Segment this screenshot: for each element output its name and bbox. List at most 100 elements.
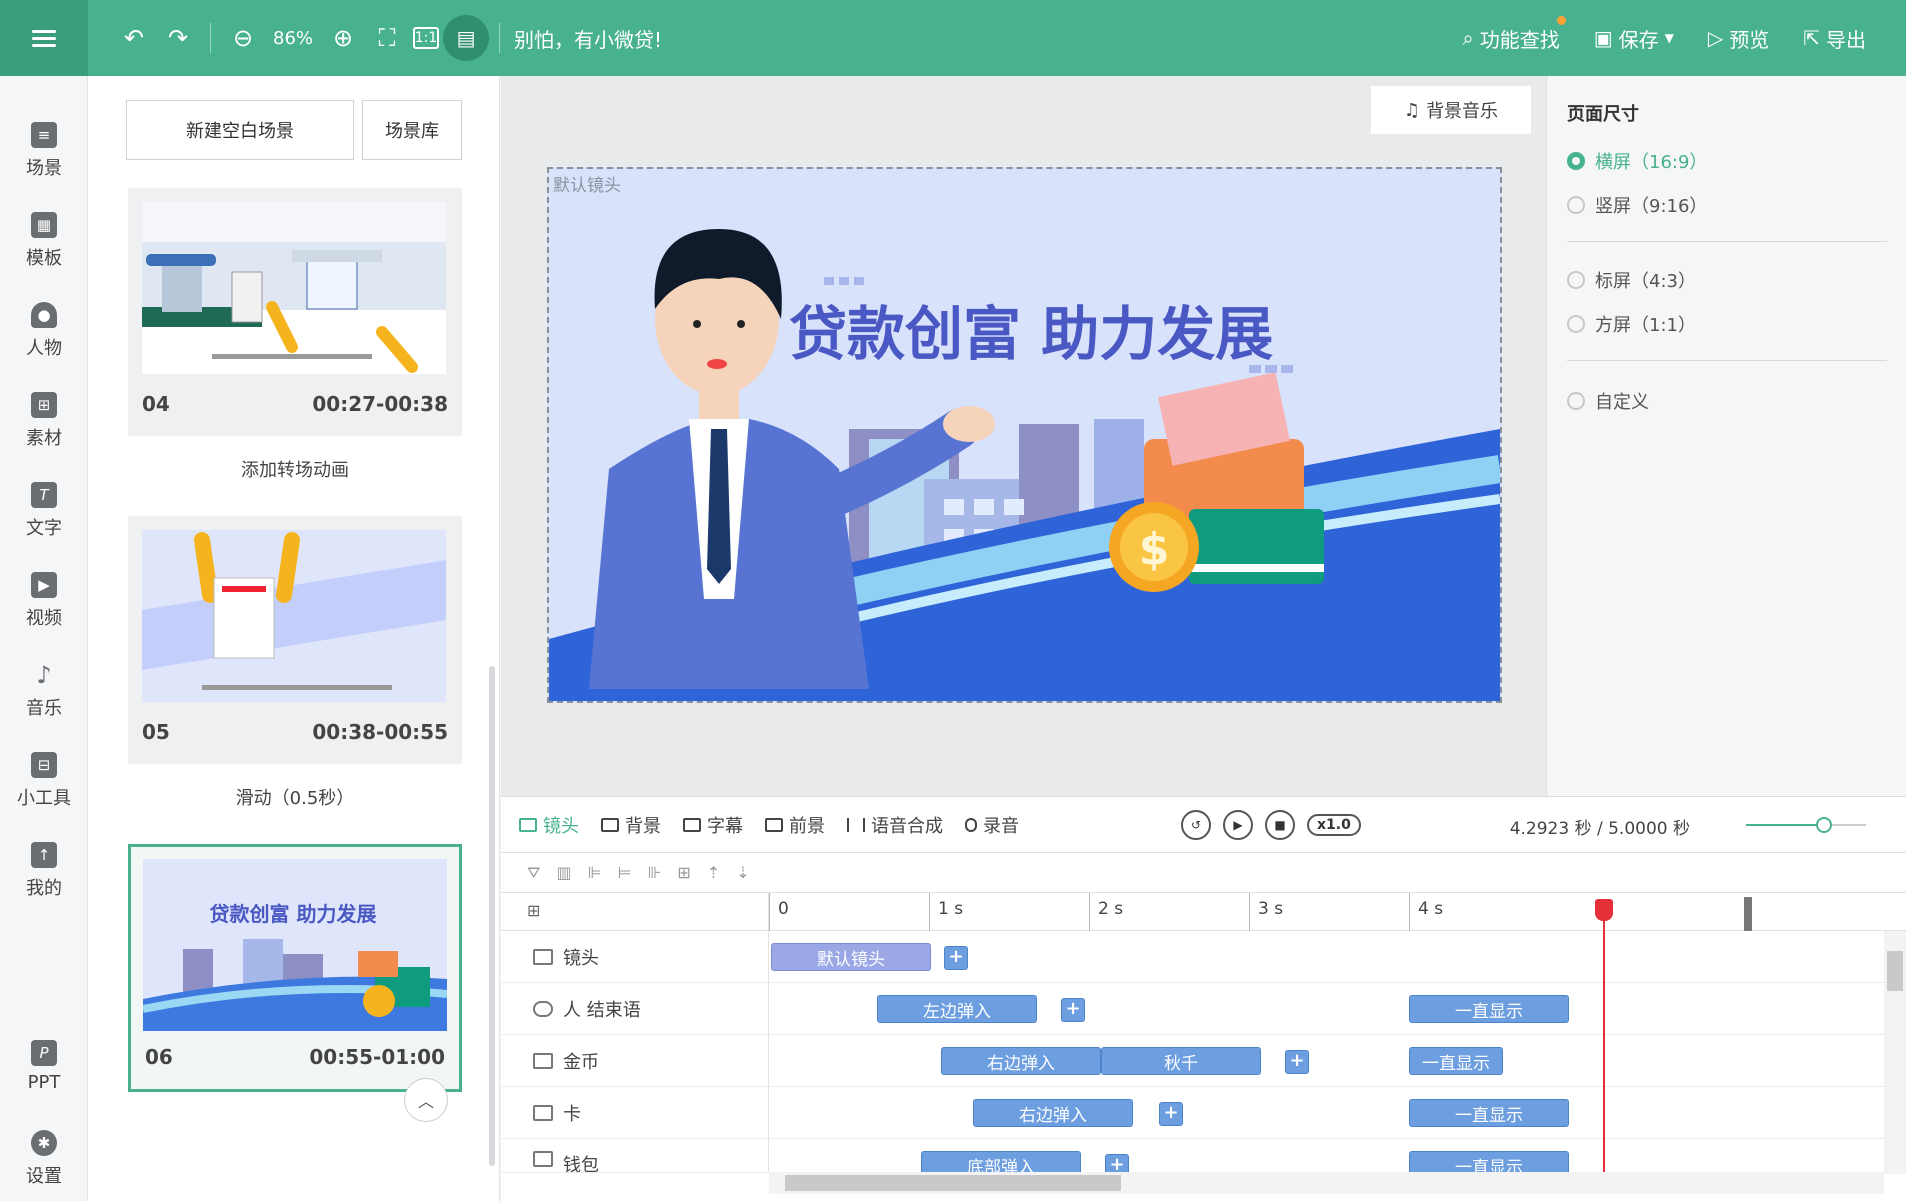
fullscreen-icon[interactable]: ⛶ [369, 20, 405, 56]
scrollbar-thumb[interactable] [1887, 951, 1903, 991]
layers-icon[interactable]: ▥ [556, 863, 571, 882]
scene-scrollbar[interactable] [489, 666, 495, 1166]
scene-library-button[interactable]: 场景库 [362, 100, 462, 160]
timeline-clip[interactable]: 右边弹入 [973, 1099, 1133, 1127]
timeline-clip[interactable]: 左边弹入 [877, 995, 1037, 1023]
background-music-button[interactable]: ♫ 背景音乐 [1371, 86, 1531, 134]
tab-label: 录音 [983, 815, 1019, 837]
redo-icon[interactable]: ↷ [160, 20, 196, 56]
align-center-icon[interactable]: ⊨ [618, 863, 632, 882]
add-clip-button[interactable]: + [1105, 1154, 1129, 1172]
radio-portrait[interactable]: 竖屏（9:16） [1567, 192, 1707, 218]
add-clip-button[interactable]: + [1159, 1102, 1183, 1126]
export-button[interactable]: ⇱ 导出 [1803, 24, 1866, 53]
stage-scene-art: $ 贷款创富 助力发展 [549, 169, 1500, 701]
nav-person[interactable]: ● 人物 [0, 302, 88, 360]
track-label[interactable]: 卡 [501, 1087, 769, 1139]
timeline-clip[interactable]: 右边弹入 [941, 1047, 1101, 1075]
nav-material[interactable]: ⊞ 素材 [0, 392, 88, 450]
nav-text[interactable]: T 文字 [0, 482, 88, 540]
timeline-clip[interactable]: 秋千 [1101, 1047, 1261, 1075]
canvas-area: ♫ 背景音乐 默认镜头 $ 贷款创富 助力发展 [501, 76, 1546, 796]
scene-card-selected[interactable]: 贷款创富 助力发展 06 00:55-01:00 [128, 844, 462, 1092]
save-icon: ▣ [1593, 26, 1613, 50]
nav-settings[interactable]: ✱ 设置 [0, 1130, 88, 1188]
filter-icon[interactable]: ⛛ [527, 863, 540, 883]
track-label[interactable]: 镜头 [501, 931, 769, 983]
tab-tts[interactable]: 语音合成 [847, 812, 943, 838]
timeline-clip[interactable]: 默认镜头 [771, 943, 931, 971]
transition-label[interactable]: 滑动（0.5秒） [128, 784, 462, 810]
distribute-icon[interactable]: ⊞ [677, 863, 690, 882]
nav-toolbox[interactable]: ⊟ 小工具 [0, 752, 88, 810]
tab-foreground[interactable]: 前景 [765, 812, 825, 838]
nav-ppt[interactable]: P PPT [0, 1040, 88, 1093]
slider-knob[interactable] [1816, 817, 1832, 833]
stage-canvas[interactable]: 默认镜头 $ 贷款创富 助力发展 [547, 167, 1502, 703]
transition-label[interactable]: 添加转场动画 [128, 456, 462, 482]
add-clip-button[interactable]: + [1285, 1050, 1309, 1074]
radio-standard[interactable]: 标屏（4:3） [1567, 267, 1696, 293]
ruler-tick: 1 s [929, 893, 963, 931]
actual-size-icon[interactable]: 1:1 [413, 27, 440, 49]
timeline-clip[interactable]: 一直显示 [1409, 995, 1569, 1023]
find-feature-button[interactable]: ⌕ 功能查找 [1463, 15, 1566, 53]
timeline-clip[interactable]: 一直显示 [1409, 1099, 1569, 1127]
radio-label: 自定义 [1595, 392, 1649, 413]
nav-mine[interactable]: ↑ 我的 [0, 842, 88, 900]
track-label[interactable]: 金币 [501, 1035, 769, 1087]
replay-button[interactable]: ↺ [1181, 809, 1211, 840]
scene-panel: 新建空白场景 场景库 04 00:27-00:38 添加转场动画 05 00:3… [88, 76, 500, 1201]
track-label[interactable]: 钱包 [501, 1139, 769, 1173]
scene-number: 06 [145, 1045, 173, 1069]
nav-scene[interactable]: ≡ 场景 [0, 122, 88, 180]
nav-template[interactable]: ▦ 模板 [0, 212, 88, 270]
save-button[interactable]: ▣ 保存 ▼ [1594, 24, 1674, 53]
stop-button[interactable]: ■ [1265, 809, 1295, 840]
tab-subtitle[interactable]: 字幕 [683, 812, 743, 838]
horizontal-scrollbar[interactable] [769, 1172, 1884, 1194]
scene-card[interactable]: 05 00:38-00:55 [128, 516, 462, 764]
radio-square[interactable]: 方屏（1:1） [1567, 311, 1696, 337]
tab-background[interactable]: 背景 [601, 812, 661, 838]
nav-video[interactable]: ▶ 视频 [0, 572, 88, 630]
align-right-icon[interactable]: ⊪ [647, 863, 661, 882]
align-left-icon[interactable]: ⊫ [588, 863, 602, 882]
undo-icon[interactable]: ↶ [116, 20, 152, 56]
timeline-clip[interactable]: 一直显示 [1409, 1047, 1503, 1075]
move-up-icon[interactable]: ⇡ [707, 863, 720, 882]
new-blank-scene-button[interactable]: 新建空白场景 [126, 100, 354, 160]
time-ruler[interactable]: 0 1 s 2 s 3 s 4 s [769, 893, 1906, 931]
move-down-icon[interactable]: ⇣ [736, 863, 749, 882]
track-label[interactable]: 人 结束语 [501, 983, 769, 1035]
radio-custom[interactable]: 自定义 [1567, 388, 1649, 414]
end-marker[interactable] [1744, 897, 1752, 931]
playhead-line [1603, 899, 1605, 1175]
radio-landscape[interactable]: 横屏（16:9） [1567, 148, 1707, 174]
add-clip-button[interactable]: + [944, 946, 968, 970]
playhead-handle[interactable] [1595, 899, 1613, 921]
timeline-clip[interactable]: 一直显示 [1409, 1151, 1569, 1172]
scrollbar-thumb[interactable] [785, 1175, 1121, 1191]
scene-thumbnail [142, 202, 446, 374]
scene-card[interactable]: 04 00:27-00:38 [128, 188, 462, 436]
speed-button[interactable]: x1.0 [1307, 813, 1361, 836]
vertical-scrollbar[interactable] [1884, 931, 1906, 1174]
nav-label: 我的 [26, 878, 62, 899]
play-button[interactable]: ▶ [1223, 809, 1253, 840]
menu-button[interactable] [0, 0, 88, 76]
nav-music[interactable]: ♪ 音乐 [0, 662, 88, 720]
tab-record[interactable]: 录音 [965, 812, 1019, 838]
subtitle-toggle-button[interactable]: ▤ [443, 15, 490, 61]
tab-camera[interactable]: 镜头 [519, 812, 579, 838]
zoom-in-icon[interactable]: ⊕ [325, 20, 361, 56]
nav-label: 模板 [26, 248, 62, 269]
add-clip-button[interactable]: + [1061, 998, 1085, 1022]
zoom-out-icon[interactable]: ⊖ [225, 20, 261, 56]
grid-icon[interactable]: ⊞ [527, 901, 540, 920]
zoom-slider[interactable] [1746, 817, 1866, 833]
timeline-clip[interactable]: 底部弹入 [921, 1151, 1081, 1172]
preview-button[interactable]: ▷ 预览 [1708, 24, 1769, 53]
card [1189, 509, 1324, 584]
collapse-button[interactable]: ︿ [404, 1078, 448, 1122]
